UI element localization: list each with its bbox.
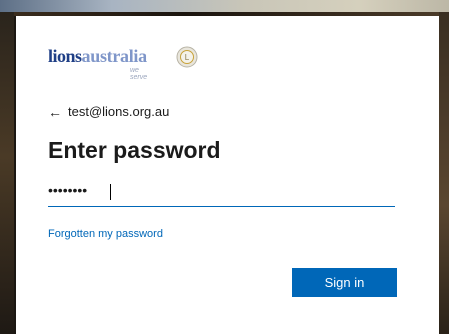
brand-name-part2: australia	[81, 46, 148, 66]
account-email: test@lions.org.au	[68, 104, 170, 119]
lions-emblem-icon: L	[176, 46, 198, 68]
background-sky	[0, 0, 449, 12]
svg-text:L: L	[185, 53, 190, 62]
brand-wordmark: lions australia	[48, 46, 147, 67]
brand-logo: lions australia we serve L	[48, 46, 198, 81]
text-caret	[110, 184, 111, 200]
brand-tagline: we serve	[130, 67, 148, 81]
sign-in-button[interactable]: Sign in	[292, 268, 397, 297]
account-back-row[interactable]: ← test@lions.org.au	[48, 104, 169, 119]
background-right	[439, 12, 449, 334]
arrow-left-icon[interactable]: ←	[48, 105, 62, 119]
password-field[interactable]: ••••••••	[48, 180, 395, 207]
password-value: ••••••••	[48, 182, 88, 198]
background-left	[0, 12, 14, 334]
brand-name-part1: lions	[48, 46, 82, 66]
page-title: Enter password	[48, 137, 221, 163]
forgot-password-link[interactable]: Forgotten my password	[48, 228, 163, 240]
